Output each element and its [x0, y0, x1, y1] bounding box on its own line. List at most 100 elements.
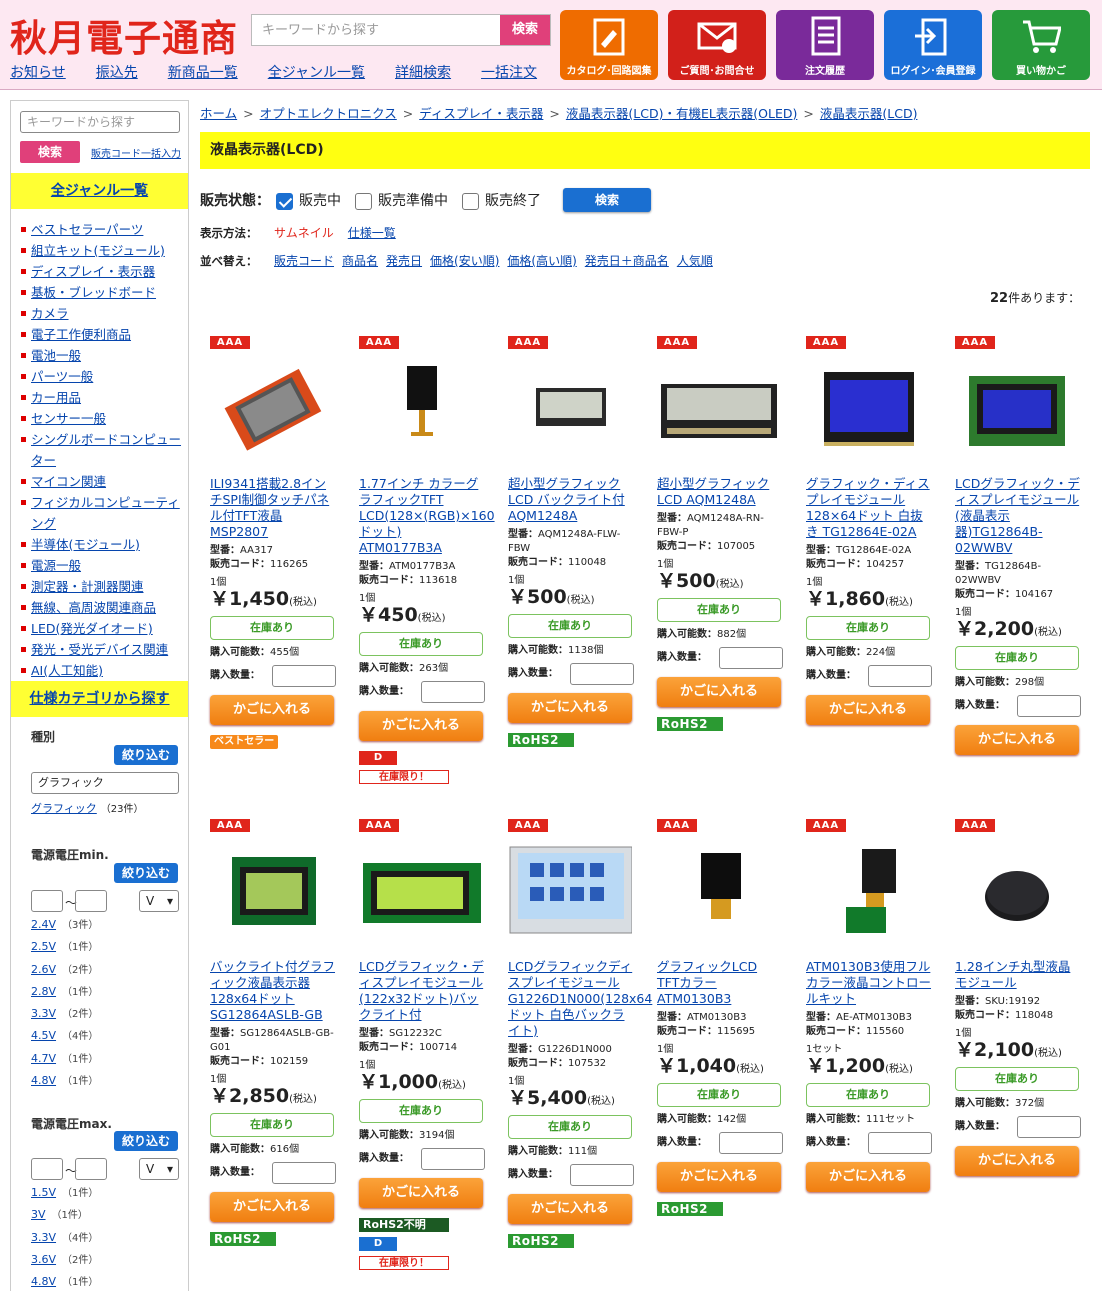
product-image[interactable] — [955, 841, 1079, 941]
genre-link[interactable]: 組立キット(モジュール) — [31, 243, 165, 258]
product-name-link[interactable]: グラフィックLCD TFTカラー ATM0130B3 — [657, 959, 783, 1007]
voltage-link[interactable]: 2.4V — [31, 918, 56, 931]
catalog-button[interactable]: カタログ･回路図集 — [560, 10, 658, 80]
product-name-link[interactable]: 超小型グラフィックLCD バックライト付 AQM1248A — [508, 476, 634, 524]
voltage-option[interactable]: 2.5V （1件） — [31, 936, 181, 958]
vmax-narrow-button[interactable]: 絞り込む — [114, 1131, 178, 1151]
header-nav-link[interactable]: お知らせ — [10, 62, 66, 82]
vmin-unit-select[interactable]: V ▾ — [139, 890, 179, 912]
genre-item[interactable]: フィジカルコンピューティング — [21, 492, 181, 534]
site-logo[interactable]: 秋月電子通商 — [10, 8, 238, 62]
product-name-link[interactable]: ATM0130B3使用フルカラー液晶コントロールキット — [806, 959, 932, 1007]
genre-item[interactable]: 電子工作便利商品 — [21, 324, 181, 345]
vmax-to-input[interactable] — [75, 1158, 107, 1180]
vmax-unit-select[interactable]: V ▾ — [139, 1158, 179, 1180]
voltage-option[interactable]: 3.6V （2件） — [31, 1249, 181, 1271]
quantity-input[interactable] — [272, 1162, 336, 1184]
voltage-link[interactable]: 3.6V — [31, 1253, 56, 1266]
genre-item[interactable]: 電源一般 — [21, 555, 181, 576]
checkbox[interactable] — [462, 192, 479, 210]
voltage-link[interactable]: 4.8V — [31, 1074, 56, 1087]
voltage-option[interactable]: 2.6V （2件） — [31, 959, 181, 981]
product-image[interactable] — [806, 841, 930, 941]
add-to-cart-button[interactable]: かごに入れる — [657, 1162, 781, 1192]
kind-select[interactable]: グラフィック — [31, 772, 179, 794]
header-search-button[interactable]: 検索 — [500, 15, 550, 45]
product-image[interactable] — [955, 358, 1079, 458]
genre-link[interactable]: 半導体(モジュール) — [31, 537, 140, 552]
voltage-option[interactable]: 4.8V （1件） — [31, 1070, 181, 1092]
product-image[interactable] — [657, 358, 781, 458]
voltage-option[interactable]: 3.3V （2件） — [31, 1003, 181, 1025]
cart-button[interactable]: 買い物かご — [992, 10, 1090, 80]
sort-option[interactable]: 価格(高い順) — [507, 254, 576, 268]
quantity-input[interactable] — [421, 681, 485, 703]
breadcrumb-link[interactable]: 液晶表示器(LCD)・有機EL表示器(OLED) — [566, 106, 798, 121]
product-name-link[interactable]: 1.77インチ カラーグラフィックTFT LCD(128×(RGB)×160ドッ… — [359, 476, 495, 556]
sort-option[interactable]: 価格(安い順) — [430, 254, 499, 268]
login-button[interactable]: ログイン･会員登録 — [884, 10, 982, 80]
genre-item[interactable]: マイコン関連 — [21, 471, 181, 492]
genre-item[interactable]: LED(発光ダイオード) — [21, 618, 181, 639]
product-image[interactable] — [508, 358, 632, 458]
product-name-link[interactable]: 1.28インチ丸型液晶モジュール — [955, 959, 1081, 991]
genre-link[interactable]: 基板・ブレッドボード — [31, 285, 156, 300]
product-name-link[interactable]: バックライト付グラフィック液晶表示器128x64ドット SG12864ASLB-… — [210, 959, 336, 1023]
add-to-cart-button[interactable]: かごに入れる — [806, 1162, 930, 1192]
genre-item[interactable]: 無線、高周波関連商品 — [21, 597, 181, 618]
genre-item[interactable]: 半導体(モジュール) — [21, 534, 181, 555]
header-nav-link[interactable]: 振込先 — [96, 62, 138, 82]
status-option[interactable]: 販売中 — [276, 192, 341, 210]
voltage-link[interactable]: 2.5V — [31, 940, 56, 953]
add-to-cart-button[interactable]: かごに入れる — [359, 1178, 483, 1208]
sort-option[interactable]: 人気順 — [677, 254, 713, 268]
kind-narrow-button[interactable]: 絞り込む — [114, 745, 178, 765]
voltage-link[interactable]: 3.3V — [31, 1007, 56, 1020]
voltage-option[interactable]: 2.8V （1件） — [31, 981, 181, 1003]
kind-option[interactable]: グラフィック （23件） — [31, 800, 144, 816]
genre-link[interactable]: LED(発光ダイオード) — [31, 621, 153, 636]
product-image[interactable] — [508, 841, 633, 941]
genre-item[interactable]: 電池一般 — [21, 345, 181, 366]
quantity-input[interactable] — [1017, 695, 1081, 717]
genre-item[interactable]: カメラ — [21, 303, 181, 324]
genre-item[interactable]: カー用品 — [21, 387, 181, 408]
voltage-link[interactable]: 1.5V — [31, 1186, 56, 1199]
header-nav-link[interactable]: 全ジャンル一覧 — [268, 62, 365, 82]
product-image[interactable] — [359, 358, 483, 458]
genre-item[interactable]: 発光・受光デバイス関連 — [21, 639, 181, 660]
genre-item[interactable]: シングルボードコンピューター — [21, 429, 181, 471]
genre-item[interactable]: ディスプレイ・表示器 — [21, 261, 181, 282]
product-image[interactable] — [210, 841, 334, 941]
genre-item[interactable]: 測定器・計測器関連 — [21, 576, 181, 597]
breadcrumb-link[interactable]: ディスプレイ・表示器 — [419, 106, 543, 121]
quantity-input[interactable] — [570, 663, 634, 685]
genre-item[interactable]: センサー一般 — [21, 408, 181, 429]
add-to-cart-button[interactable]: かごに入れる — [955, 725, 1079, 755]
add-to-cart-button[interactable]: かごに入れる — [657, 677, 781, 707]
sort-option[interactable]: 商品名 — [342, 254, 378, 268]
product-name-link[interactable]: LCDグラフィック・ディスプレイモジュール(液晶表示器)TG12864B-02W… — [955, 476, 1081, 556]
vmin-narrow-button[interactable]: 絞り込む — [114, 863, 178, 883]
genre-link[interactable]: AI(人工知能) — [31, 663, 103, 678]
genre-item[interactable]: 基板・ブレッドボード — [21, 282, 181, 303]
add-to-cart-button[interactable]: かごに入れる — [955, 1146, 1079, 1176]
quantity-input[interactable] — [570, 1164, 634, 1186]
sort-option[interactable]: 発売日 — [386, 254, 422, 268]
voltage-option[interactable]: 3.3V （4件） — [31, 1227, 181, 1249]
add-to-cart-button[interactable]: かごに入れる — [508, 693, 632, 723]
quantity-input[interactable] — [1017, 1116, 1081, 1138]
genre-link[interactable]: 発光・受光デバイス関連 — [31, 642, 168, 657]
quantity-input[interactable] — [719, 1132, 783, 1154]
genre-link[interactable]: 電源一般 — [31, 558, 81, 573]
voltage-option[interactable]: 2.4V （3件） — [31, 914, 181, 936]
genre-link[interactable]: 測定器・計測器関連 — [31, 579, 144, 594]
product-image[interactable] — [359, 841, 483, 941]
status-option[interactable]: 販売終了 — [462, 192, 541, 210]
voltage-option[interactable]: 4.5V （4件） — [31, 1025, 181, 1047]
genre-link[interactable]: ディスプレイ・表示器 — [31, 264, 155, 279]
product-name-link[interactable]: 超小型グラフィックLCD AQM1248A — [657, 476, 783, 508]
genre-link[interactable]: カー用品 — [31, 390, 81, 405]
bulk-code-link[interactable]: 販売コード一括入力 — [91, 145, 181, 160]
vmax-from-input[interactable] — [31, 1158, 63, 1180]
